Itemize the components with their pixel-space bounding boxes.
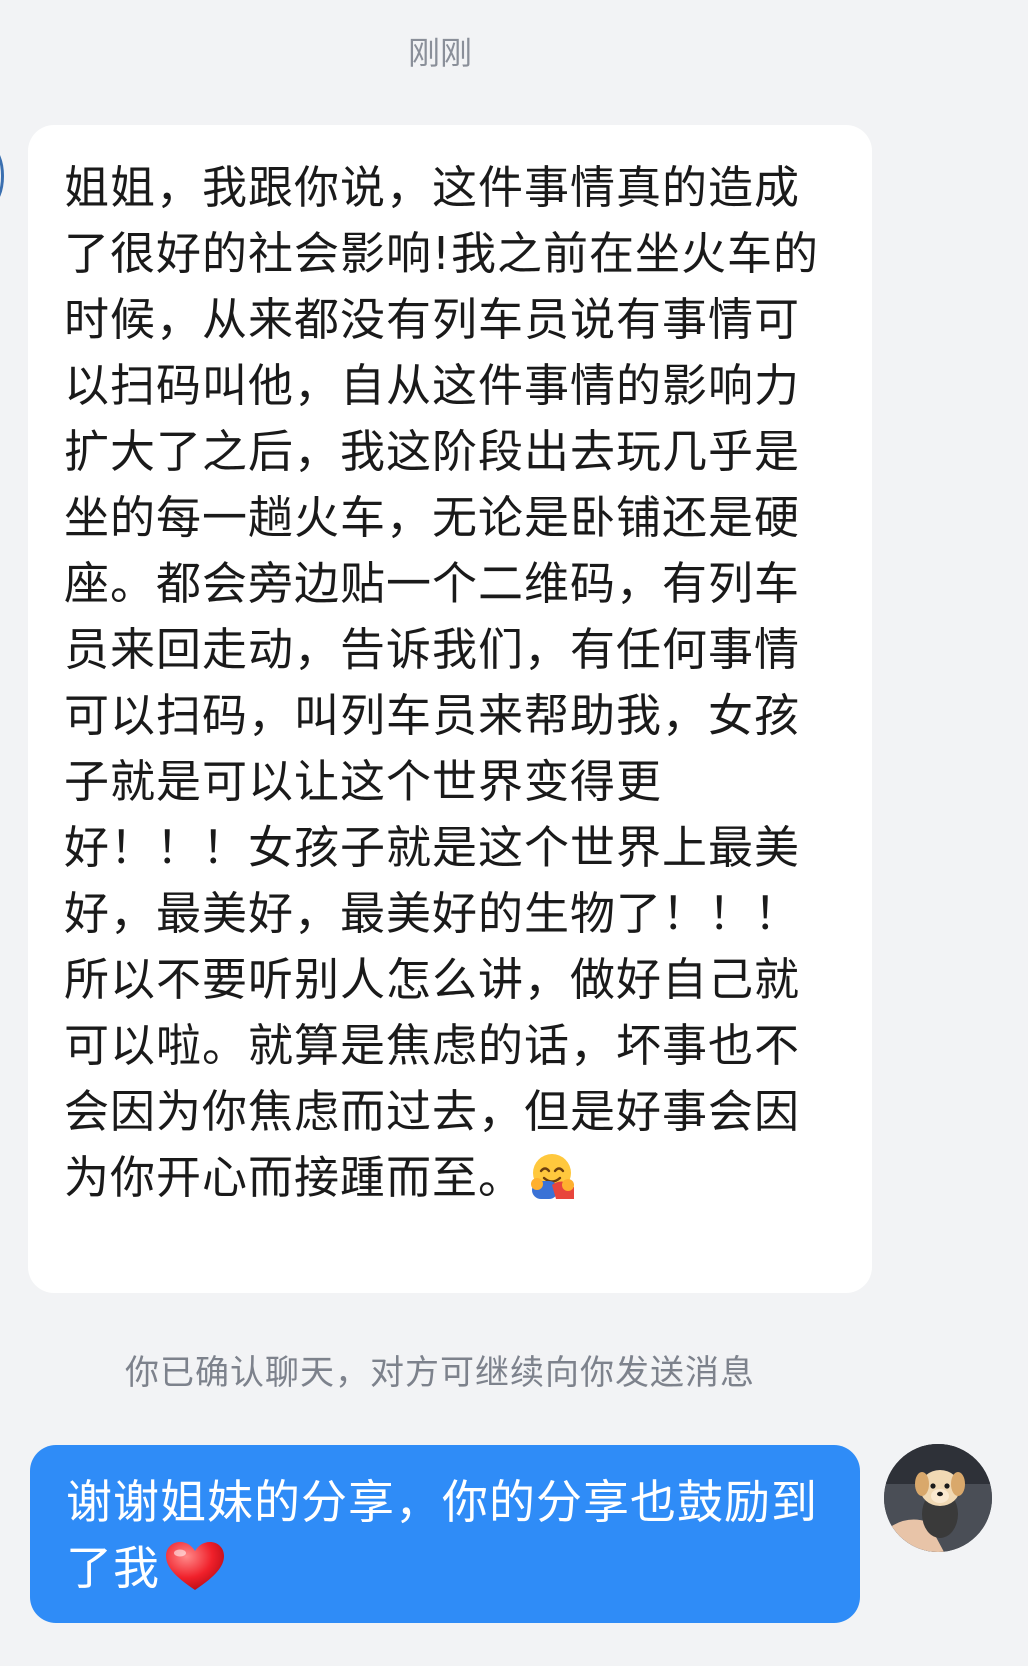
outgoing-message-content: 谢谢姐妹的分享，你的分享也鼓励到了我 <box>66 1469 830 1611</box>
sender-avatar[interactable] <box>0 148 4 204</box>
hugging-face-emoji-icon <box>528 1151 580 1221</box>
system-notice: 你已确认聊天，对方可继续向你发送消息 <box>125 1353 755 1393</box>
incoming-message-text: 姐姐，我跟你说，这件事情真的造成了很好的社会影响!我之前在坐火车的时候，从来都没… <box>64 161 820 1204</box>
message-timestamp: 刚刚 <box>407 34 472 72</box>
puppy-photo-icon <box>884 1444 992 1552</box>
incoming-message-content: 姐姐，我跟你说，这件事情真的造成了很好的社会影响!我之前在坐火车的时候，从来都没… <box>64 155 842 1221</box>
user-avatar[interactable] <box>884 1444 992 1552</box>
incoming-message-bubble[interactable]: 姐姐，我跟你说，这件事情真的造成了很好的社会影响!我之前在坐火车的时候，从来都没… <box>28 125 872 1293</box>
red-heart-icon <box>164 1540 226 1611</box>
outgoing-message-bubble[interactable]: 谢谢姐妹的分享，你的分享也鼓励到了我 <box>30 1445 860 1623</box>
